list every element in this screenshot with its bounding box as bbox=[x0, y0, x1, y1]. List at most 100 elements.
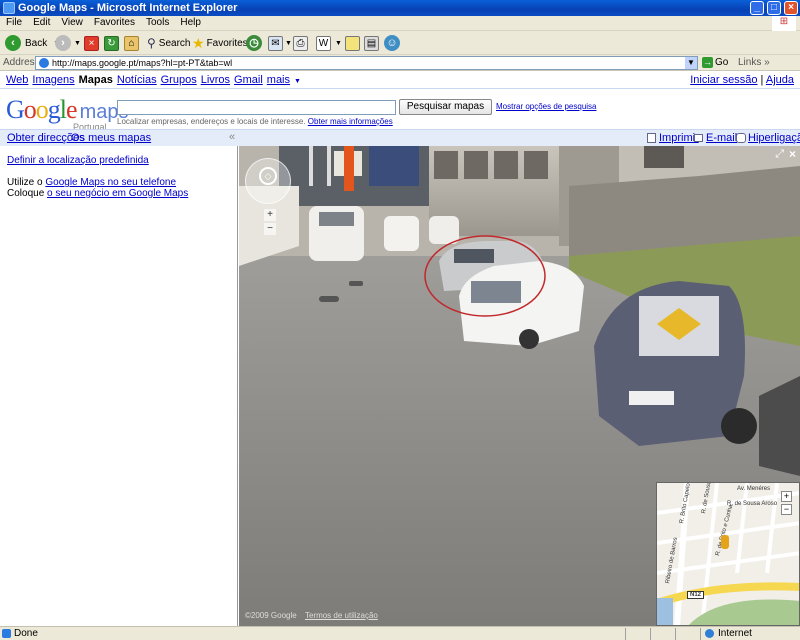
links-toolbar[interactable]: Links » bbox=[738, 57, 770, 68]
mini-map[interactable]: Av. Menéres R. de Sousa Aroso R. de Sous… bbox=[656, 482, 800, 626]
pan-control[interactable]: ◇ bbox=[245, 158, 291, 204]
signin-link[interactable]: Iniciar sessão bbox=[690, 74, 757, 86]
edit-dropdown-icon: ▼ bbox=[335, 39, 342, 47]
status-separator bbox=[675, 628, 676, 640]
minimap-zoom-out-button[interactable]: − bbox=[781, 504, 792, 515]
favorites-button[interactable]: ★ Favorites bbox=[192, 34, 248, 52]
go-arrow-icon: → bbox=[702, 57, 713, 68]
search-hint-text: Localizar empresas, endereços e locais d… bbox=[117, 117, 306, 126]
print-icon bbox=[647, 133, 656, 143]
status-separator bbox=[700, 628, 701, 640]
mail-icon: ✉ bbox=[268, 35, 283, 51]
word-icon: W bbox=[316, 35, 331, 51]
search-button[interactable]: ⚲ Search bbox=[147, 34, 190, 52]
forward-dropdown-icon: ▼ bbox=[74, 39, 81, 47]
collapse-panel-button[interactable]: « bbox=[229, 131, 235, 143]
refresh-icon: ↻ bbox=[104, 35, 119, 51]
gbar-more[interactable]: mais bbox=[267, 74, 290, 86]
my-maps-link[interactable]: Os meus mapas bbox=[71, 132, 151, 144]
compass-icon: ◇ bbox=[259, 167, 277, 185]
address-input[interactable]: http://maps.google.pt/maps?hl=pt-PT&tab=… bbox=[35, 56, 698, 70]
pegman-icon[interactable] bbox=[721, 535, 729, 549]
link-icon bbox=[736, 133, 746, 143]
research-button[interactable]: ▤ bbox=[364, 34, 379, 52]
gbar-images[interactable]: Imagens bbox=[32, 74, 74, 86]
google-maps-logo[interactable]: Google maps Portugal bbox=[6, 95, 128, 132]
stop-icon: × bbox=[84, 35, 99, 51]
close-streetview-button[interactable]: × bbox=[789, 147, 796, 161]
search-maps-button[interactable]: Pesquisar mapas bbox=[399, 99, 492, 115]
menu-tools[interactable]: Tools bbox=[140, 16, 174, 28]
zoom-in-button[interactable]: + bbox=[264, 209, 276, 221]
printer-icon: ⎙ bbox=[293, 35, 308, 51]
more-info-link[interactable]: Obter mais informações bbox=[308, 117, 393, 126]
panel-bar: Obter direcções Os meus mapas « Imprimir… bbox=[0, 129, 800, 146]
home-button[interactable]: ⌂ bbox=[124, 34, 139, 52]
note-icon bbox=[345, 35, 360, 51]
messenger-icon: ☺ bbox=[384, 35, 400, 51]
business-promo: Coloque o seu negócio em Google Maps bbox=[7, 188, 188, 199]
address-dropdown-icon[interactable]: ▼ bbox=[685, 57, 697, 69]
minimize-button[interactable]: _ bbox=[750, 1, 764, 15]
edit-button[interactable]: W ▼ bbox=[316, 34, 342, 52]
page-done-icon bbox=[2, 629, 11, 638]
permalink-link[interactable]: Hiperligação bbox=[748, 132, 800, 144]
gbar-news[interactable]: Notícias bbox=[117, 74, 157, 86]
gbar-web[interactable]: Web bbox=[6, 74, 28, 86]
research-icon: ▤ bbox=[364, 35, 379, 51]
search-options-link[interactable]: Mostrar opções de pesquisa bbox=[496, 102, 597, 111]
search-icon: ⚲ bbox=[147, 36, 156, 50]
search-label: Search bbox=[158, 37, 191, 49]
stop-button[interactable]: × bbox=[84, 34, 99, 52]
gbar-gmail[interactable]: Gmail bbox=[234, 74, 263, 86]
menu-edit[interactable]: Edit bbox=[27, 16, 55, 28]
gbar-groups[interactable]: Grupos bbox=[161, 74, 197, 86]
business-link[interactable]: o seu negócio em Google Maps bbox=[47, 188, 188, 199]
minimap-zoom-in-button[interactable]: + bbox=[781, 491, 792, 502]
mobile-promo-prefix: Utilize o bbox=[7, 177, 43, 188]
maximize-button[interactable]: □ bbox=[767, 1, 781, 15]
print-link[interactable]: Imprimir bbox=[659, 132, 699, 144]
expand-streetview-button[interactable]: ⤢ bbox=[775, 148, 784, 161]
go-button[interactable]: → Go bbox=[702, 57, 728, 68]
street-label-sousa-aroso: R. de Sousa Aroso bbox=[727, 501, 778, 507]
more-chevron-icon: ▼ bbox=[294, 78, 301, 85]
mail-dropdown-icon: ▼ bbox=[285, 39, 292, 47]
email-icon bbox=[694, 134, 703, 142]
menu-help[interactable]: Help bbox=[174, 16, 206, 28]
page-icon bbox=[39, 58, 49, 68]
default-location-link[interactable]: Definir a localização predefinida bbox=[7, 155, 149, 166]
email-link[interactable]: E-mail bbox=[706, 132, 737, 144]
history-button[interactable]: ◷ bbox=[246, 34, 262, 52]
gbar-maps-active: Mapas bbox=[78, 74, 113, 86]
mobile-link[interactable]: Google Maps no seu telefone bbox=[45, 177, 176, 188]
help-link[interactable]: Ajuda bbox=[766, 74, 794, 86]
links-label: Links bbox=[738, 57, 762, 68]
status-separator bbox=[650, 628, 651, 640]
mail-button[interactable]: ✉ ▼ bbox=[268, 34, 292, 52]
gbar-books[interactable]: Livros bbox=[201, 74, 230, 86]
home-icon: ⌂ bbox=[124, 35, 139, 51]
ie-app-icon bbox=[3, 2, 15, 14]
search-hint: Localizar empresas, endereços e locais d… bbox=[117, 117, 393, 126]
google-bar: Web Imagens Mapas Notícias Grupos Livros Gmail… bbox=[6, 74, 301, 86]
menu-view[interactable]: View bbox=[55, 16, 88, 28]
business-promo-prefix: Coloque bbox=[7, 188, 45, 199]
zoom-out-button[interactable]: − bbox=[264, 223, 276, 235]
print-button[interactable]: ⎙ bbox=[293, 34, 308, 52]
history-icon: ◷ bbox=[246, 35, 262, 51]
maps-search-input[interactable] bbox=[117, 100, 396, 115]
menu-file[interactable]: File bbox=[0, 16, 27, 28]
forward-arrow-icon: › bbox=[55, 35, 71, 51]
menu-favorites[interactable]: Favorites bbox=[88, 16, 140, 28]
browser-toolbar: ‹ Back ▼ › ▼ × ↻ ⌂ ⚲ Search ★ Favorites … bbox=[0, 31, 800, 55]
copyright-label: ©2009 Google bbox=[245, 611, 297, 620]
messenger-button[interactable]: ☺ bbox=[384, 34, 400, 52]
close-window-button[interactable]: × bbox=[784, 1, 798, 15]
terms-link[interactable]: Termos de utilização bbox=[305, 611, 378, 620]
discuss-button[interactable] bbox=[345, 34, 360, 52]
refresh-button[interactable]: ↻ bbox=[104, 34, 119, 52]
menu-bar: File Edit View Favorites Tools Help bbox=[0, 16, 800, 31]
forward-button[interactable]: › ▼ bbox=[55, 34, 81, 52]
back-button[interactable]: ‹ Back ▼ bbox=[5, 34, 60, 52]
